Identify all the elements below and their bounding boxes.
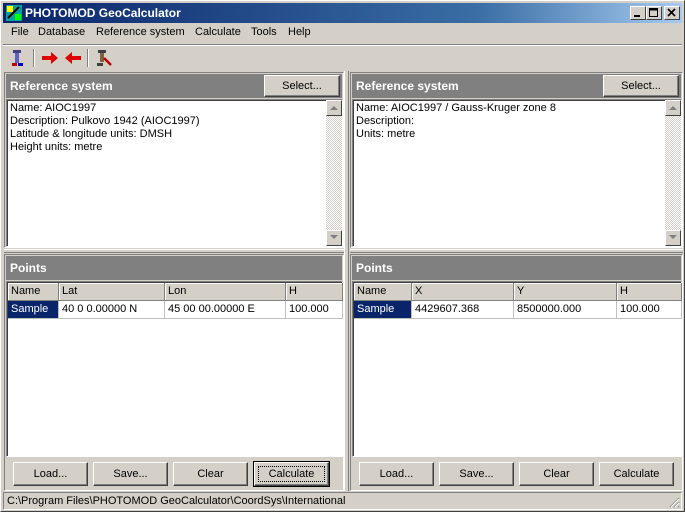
right-load-button[interactable]: Load... [359,462,434,486]
minimize-button[interactable] [630,6,646,20]
status-bar: C:\Program Files\PHOTOMOD GeoCalculator\… [3,492,682,510]
close-button[interactable] [664,6,680,20]
left-info-height-units: Height units: metre [10,141,103,153]
column-header-lat[interactable]: Lat [59,283,165,301]
minimize-icon [634,15,640,17]
left-info-description: Description: Pulkovo 1942 (AIOC1997) [10,115,200,127]
column-header-h[interactable]: H [617,283,682,301]
right-info-scrollbar[interactable] [665,100,681,246]
scroll-down-icon [330,235,338,239]
menu-help[interactable]: Help [288,26,311,38]
left-reference-header: Reference system Select... [6,74,342,98]
right-points-title: Points [356,261,393,275]
menu-bar: File Database Reference system Calculate… [3,23,682,43]
window-title: PHOTOMOD GeoCalculator [25,6,181,20]
left-calculate-button[interactable]: Calculate [253,461,330,487]
vertical-splitter[interactable] [344,71,349,491]
right-info-units: Units: metre [356,128,416,140]
right-reference-info[interactable]: Name: AIOC1997 / Gauss-Kruger zone 8 Des… [352,99,682,247]
left-row-lon-cell[interactable]: 45 00 00.00000 E [165,301,286,319]
toolbar-separator [87,49,89,67]
transform-tool-icon[interactable] [9,48,29,68]
left-row-lat-cell[interactable]: 40 0 0.00000 N [59,301,165,319]
maximize-button[interactable] [646,6,662,20]
right-calculate-button[interactable]: Calculate [599,462,674,486]
left-reference-info[interactable]: Name: AIOC1997 Description: Pulkovo 1942… [6,99,343,247]
scroll-down-icon [669,235,677,239]
left-points-panel: Points Name Lat Lon H Sample 40 0 0.0000… [4,254,344,491]
menu-database[interactable]: Database [38,26,85,38]
right-row-y-cell[interactable]: 8500000.000 [514,301,617,319]
left-row-name-cell[interactable]: Sample [8,301,59,319]
left-horizontal-splitter[interactable] [4,249,344,253]
menu-file[interactable]: File [11,26,29,38]
right-save-button[interactable]: Save... [439,462,514,486]
scroll-up-icon [669,106,677,110]
menu-reference-system[interactable]: Reference system [96,26,185,38]
toolbar [3,44,682,70]
right-row-name-cell[interactable]: Sample [354,301,412,319]
right-points-panel: Points Name X Y H Sample 4429607.368 850… [350,254,683,491]
arrow-left-icon[interactable] [63,48,83,68]
right-points-grid[interactable]: Name X Y H Sample 4429607.368 8500000.00… [352,281,682,457]
left-points-header: Points [6,256,342,280]
column-header-name[interactable]: Name [8,283,59,301]
close-icon [667,8,676,17]
column-header-x[interactable]: X [412,283,514,301]
left-load-button[interactable]: Load... [13,462,88,486]
right-select-button[interactable]: Select... [603,75,679,97]
table-row[interactable]: Sample 4429607.368 8500000.000 100.000 [354,301,682,319]
right-points-header: Points [352,256,681,280]
right-clear-button[interactable]: Clear [519,462,594,486]
main-window: PHOTOMOD GeoCalculator File Database Ref… [0,0,685,512]
left-info-name: Name: AIOC1997 [10,102,97,114]
right-reference-header: Reference system Select... [352,74,681,98]
menu-calculate[interactable]: Calculate [195,26,241,38]
right-reference-title: Reference system [356,79,459,93]
left-clear-button[interactable]: Clear [173,462,248,486]
scroll-up-button[interactable] [326,100,342,116]
right-info-name: Name: AIOC1997 / Gauss-Kruger zone 8 [356,102,556,114]
left-save-button[interactable]: Save... [93,462,168,486]
scroll-up-icon [330,106,338,110]
left-info-angle-units: Latitude & longitude units: DMSH [10,128,173,140]
left-row-h-cell[interactable]: 100.000 [286,301,343,319]
column-header-lon[interactable]: Lon [165,283,286,301]
globe-app-icon [6,5,22,21]
right-row-h-cell[interactable]: 100.000 [617,301,682,319]
left-points-title: Points [10,261,47,275]
left-info-scrollbar[interactable] [326,100,342,246]
scroll-down-button[interactable] [326,230,342,246]
left-reference-panel: Reference system Select... Name: AIOC199… [4,72,344,248]
column-header-y[interactable]: Y [514,283,617,301]
column-header-h[interactable]: H [286,283,343,301]
right-reference-panel: Reference system Select... Name: AIOC199… [350,72,683,248]
left-select-button[interactable]: Select... [264,75,340,97]
settings-tool-icon[interactable] [94,48,114,68]
status-path: C:\Program Files\PHOTOMOD GeoCalculator\… [7,495,346,507]
left-grid-header-row: Name Lat Lon H [8,283,343,301]
maximize-icon [649,8,658,17]
right-info-description: Description: [356,115,415,127]
scroll-up-button[interactable] [665,100,681,116]
right-row-x-cell[interactable]: 4429607.368 [412,301,514,319]
right-horizontal-splitter[interactable] [350,249,683,253]
arrow-right-icon[interactable] [40,48,60,68]
left-points-grid[interactable]: Name Lat Lon H Sample 40 0 0.00000 N 45 … [6,281,343,457]
left-reference-title: Reference system [10,79,113,93]
resize-grip-icon[interactable] [668,496,680,508]
menu-tools[interactable]: Tools [251,26,277,38]
right-grid-header-row: Name X Y H [354,283,682,301]
title-bar[interactable]: PHOTOMOD GeoCalculator [3,3,682,23]
table-row[interactable]: Sample 40 0 0.00000 N 45 00 00.00000 E 1… [8,301,343,319]
column-header-name[interactable]: Name [354,283,412,301]
toolbar-separator [33,49,35,67]
scroll-down-button[interactable] [665,230,681,246]
